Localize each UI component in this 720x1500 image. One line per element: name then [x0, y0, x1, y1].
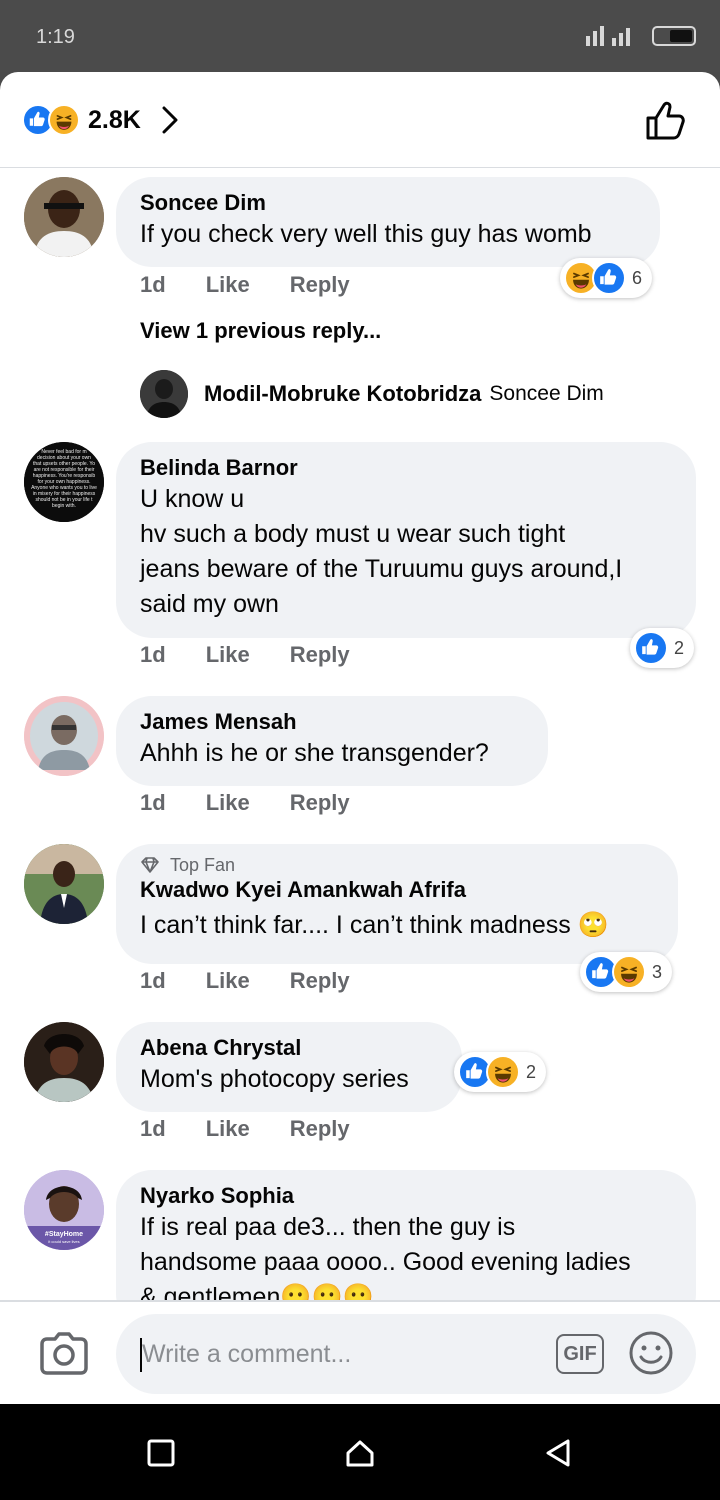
smiley-icon[interactable] — [628, 1330, 674, 1376]
nav-circle-icon[interactable] — [345, 1438, 375, 1468]
haha-reaction-icon — [486, 1055, 520, 1089]
reply-button[interactable]: Reply — [290, 968, 350, 994]
status-time: 1:19 — [36, 26, 75, 48]
avatar[interactable] — [24, 177, 104, 257]
reaction-count: 2 — [526, 1061, 537, 1082]
like-reaction-icon — [592, 261, 626, 295]
like-button[interactable]: Like — [206, 1116, 250, 1142]
comment-input[interactable]: Write a comment... GIF — [116, 1314, 696, 1394]
comment-reactions[interactable]: 6 — [560, 258, 653, 298]
like-button[interactable]: Like — [206, 790, 250, 816]
comment-text-line: handsome paaa oooo.. Good evening ladies — [140, 1248, 631, 1276]
system-nav-bar — [0, 1404, 720, 1500]
comment-composer: Write a comment... GIF — [0, 1300, 720, 1404]
avatar[interactable]: Never feel bad for m decision about your… — [24, 442, 104, 522]
comment-reactions[interactable]: 3 — [580, 952, 673, 992]
comment-text: I can’t think far.... I can’t think madn… — [140, 911, 609, 939]
comment-text-line: said my own — [140, 590, 279, 618]
thumbs-up-outline-icon[interactable] — [644, 98, 690, 144]
comment-author[interactable]: Kwadwo Kyei Amankwah Afrifa — [140, 876, 654, 904]
comment-text-line: & gentlemen😶😶😶 — [140, 1283, 374, 1300]
comment-text: Ahhh is he or she transgender? — [140, 739, 489, 767]
reply-button[interactable]: Reply — [290, 642, 350, 668]
like-button[interactable]: Like — [206, 642, 250, 668]
like-reaction-icon — [634, 631, 668, 665]
comment-bubble: Belinda Barnor U know u hv such a body m… — [116, 442, 696, 638]
reaction-count: 2 — [674, 637, 685, 658]
comment-bubble: Soncee Dim If you check very well this g… — [116, 177, 660, 267]
reaction-count: 2.8K — [88, 105, 141, 134]
svg-text:it could save lives: it could save lives — [48, 1239, 79, 1244]
top-fan-badge: Top Fan — [140, 854, 654, 876]
comment-actions: 1d Like Reply — [140, 272, 390, 298]
reaction-count: 3 — [652, 961, 663, 982]
comment-text-line: jeans beware of the Turuumu guys around,… — [140, 555, 623, 583]
reaction-count: 6 — [632, 267, 643, 288]
view-previous-replies[interactable]: View 1 previous reply... — [140, 318, 381, 344]
nav-back-icon[interactable] — [544, 1438, 574, 1468]
svg-text:#StayHome: #StayHome — [45, 1231, 83, 1238]
comment-text: If you check very well this guy has womb — [140, 220, 592, 248]
comment-author[interactable]: James Mensah — [140, 708, 524, 736]
camera-icon[interactable] — [38, 1332, 90, 1376]
reply-button[interactable]: Reply — [290, 790, 350, 816]
gif-button[interactable]: GIF — [556, 1334, 604, 1374]
comment-placeholder: Write a comment... — [142, 1340, 352, 1368]
comment-text-line: If is real paa de3... then the guy is — [140, 1213, 516, 1241]
comment-bubble: Nyarko Sophia If is real paa de3... then… — [116, 1170, 696, 1300]
comment-actions: 1d Like Reply — [140, 1116, 390, 1142]
comment-actions: 1d Like Reply — [140, 968, 390, 994]
diamond-icon — [141, 857, 159, 873]
comment-bubble: James Mensah Ahhh is he or she transgend… — [116, 696, 548, 786]
comment-bubble: Top Fan Kwadwo Kyei Amankwah Afrifa I ca… — [116, 844, 678, 964]
avatar[interactable]: #StayHome it could save lives — [24, 1170, 104, 1250]
avatar[interactable] — [140, 370, 188, 418]
battery-icon — [652, 26, 696, 46]
comment-actions: 1d Like Reply — [140, 790, 390, 816]
comment-time: 1d — [140, 790, 166, 815]
like-button[interactable]: Like — [206, 968, 250, 994]
signal-icon — [586, 26, 630, 46]
comment-time: 1d — [140, 968, 166, 993]
comment-text-line: U know u — [140, 485, 245, 513]
like-button[interactable]: Like — [206, 272, 250, 298]
comment-actions: 1d Like Reply — [140, 642, 390, 668]
comment-bubble: Abena Chrystal Mom's photocopy series — [116, 1022, 462, 1112]
comment-time: 1d — [140, 642, 166, 667]
reactions-summary[interactable]: 2.8K — [22, 102, 181, 138]
haha-reaction-icon — [48, 104, 80, 136]
reply-author[interactable]: Modil-Mobruke Kotobridza — [204, 381, 481, 407]
comment-list: Soncee Dim If you check very well this g… — [0, 168, 720, 1300]
chevron-right-icon[interactable] — [159, 105, 181, 135]
comment-time: 1d — [140, 272, 166, 297]
top-fan-label: Top Fan — [170, 855, 236, 875]
comment-author[interactable]: Soncee Dim — [140, 189, 636, 217]
nav-square-icon[interactable] — [146, 1438, 176, 1468]
reactions-header: 2.8K — [0, 72, 720, 168]
status-bar: 1:19 — [0, 0, 720, 72]
reply-preview[interactable]: Modil-Mobruke Kotobridza Soncee Dim — [140, 370, 604, 418]
comment-author[interactable]: Abena Chrystal — [140, 1034, 438, 1062]
svg-text:begin with.: begin with. — [52, 503, 76, 509]
comment-text: Mom's photocopy series — [140, 1065, 409, 1093]
haha-reaction-icon — [612, 955, 646, 989]
comment-reactions[interactable]: 2 — [454, 1052, 547, 1092]
comment-author[interactable]: Nyarko Sophia — [140, 1182, 672, 1210]
reply-button[interactable]: Reply — [290, 272, 350, 298]
comment-reactions[interactable]: 2 — [630, 628, 695, 668]
comment-author[interactable]: Belinda Barnor — [140, 454, 672, 482]
reply-tag: Soncee Dim — [489, 382, 604, 405]
avatar[interactable] — [24, 844, 104, 924]
comment-text-line: hv such a body must u wear such tight — [140, 520, 566, 548]
comments-sheet: 2.8K Soncee Dim If you check very well t… — [0, 72, 720, 1404]
comment-time: 1d — [140, 1116, 166, 1141]
avatar[interactable] — [24, 1022, 104, 1102]
avatar[interactable] — [24, 696, 104, 776]
reply-button[interactable]: Reply — [290, 1116, 350, 1142]
